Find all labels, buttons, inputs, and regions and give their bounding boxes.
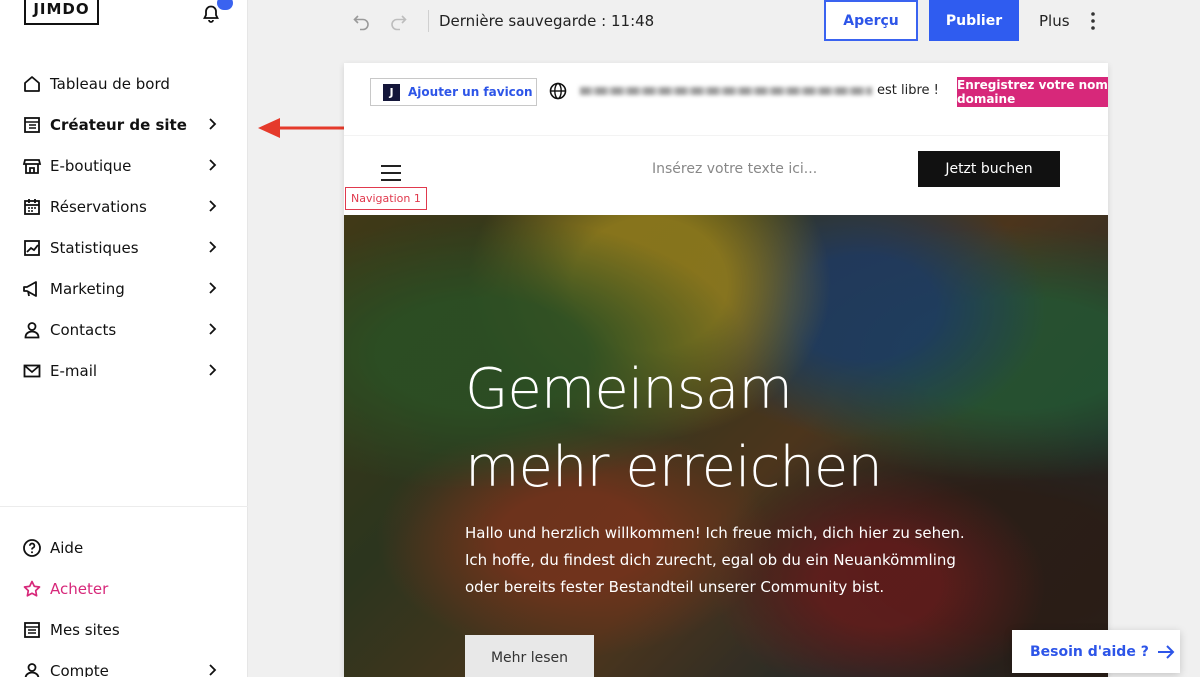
sidebar-item-marketing[interactable]: Marketing bbox=[0, 268, 248, 309]
sidebar-nav: Tableau de bord Créateur de site E-bouti… bbox=[0, 63, 248, 391]
globe-icon bbox=[549, 82, 567, 100]
sidebar-item-label: Réservations bbox=[50, 197, 147, 216]
sites-icon bbox=[22, 620, 42, 640]
sidebar-item-label: Statistiques bbox=[50, 238, 139, 257]
sidebar-item-label: Marketing bbox=[50, 279, 125, 298]
jimdo-logo[interactable]: JIMDO bbox=[24, 0, 99, 25]
store-icon bbox=[22, 156, 42, 176]
site-header: Insérez votre texte ici... Jetzt buchen bbox=[344, 135, 1108, 215]
chevron-right-icon bbox=[209, 664, 217, 676]
star-icon bbox=[22, 579, 42, 599]
sidebar-item-email[interactable]: E-mail bbox=[0, 350, 248, 391]
register-domain-button[interactable]: Enregistrez votre nom de domaine bbox=[957, 77, 1108, 107]
chevron-right-icon bbox=[209, 159, 217, 171]
sidebar-item-statistics[interactable]: Statistiques bbox=[0, 227, 248, 268]
hero-text-line: Hallo und herzlich willkommen! Ich freue… bbox=[465, 524, 965, 542]
hero-title-line: Gemeinsam bbox=[465, 357, 793, 422]
sidebar-item-label: Acheter bbox=[50, 579, 109, 598]
hero-text[interactable]: Hallo und herzlich willkommen! Ich freue… bbox=[465, 520, 965, 601]
sidebar-item-site-builder[interactable]: Créateur de site bbox=[0, 104, 248, 145]
arrow-right-icon bbox=[1157, 644, 1175, 659]
toolbar-divider bbox=[428, 10, 429, 32]
layout-icon bbox=[22, 115, 42, 135]
person-icon bbox=[22, 661, 42, 677]
sidebar-item-label: E-boutique bbox=[50, 156, 132, 175]
help-icon bbox=[22, 538, 42, 558]
chevron-right-icon bbox=[209, 282, 217, 294]
calendar-icon bbox=[22, 197, 42, 217]
add-favicon-button[interactable]: J Ajouter un favicon bbox=[370, 78, 537, 106]
sidebar-item-account[interactable]: Compte bbox=[0, 650, 248, 677]
sidebar-item-help[interactable]: Aide bbox=[0, 527, 248, 568]
sidebar-item-label: Aide bbox=[50, 538, 84, 557]
sidebar-item-contacts[interactable]: Contacts bbox=[0, 309, 248, 350]
notification-badge bbox=[217, 0, 233, 10]
sidebar-item-label: Créateur de site bbox=[50, 115, 187, 134]
preview-button[interactable]: Aperçu bbox=[824, 0, 918, 41]
hamburger-menu-icon[interactable] bbox=[381, 165, 401, 181]
sidebar: JIMDO Tableau de bord Créateur de site E… bbox=[0, 0, 248, 677]
undo-icon[interactable] bbox=[352, 11, 372, 31]
sidebar-item-bookings[interactable]: Réservations bbox=[0, 186, 248, 227]
megaphone-icon bbox=[22, 279, 42, 299]
domain-availability: est libre ! bbox=[877, 83, 939, 98]
need-help-label: Besoin d'aide ? bbox=[1030, 643, 1149, 660]
navigation-label[interactable]: Navigation 1 bbox=[345, 187, 427, 210]
kebab-menu-icon[interactable] bbox=[1090, 10, 1096, 32]
chevron-right-icon bbox=[209, 200, 217, 212]
need-help-button[interactable]: Besoin d'aide ? bbox=[1012, 630, 1180, 673]
sidebar-item-label: Tableau de bord bbox=[50, 74, 170, 93]
hero-title-line: mehr erreichen bbox=[465, 435, 883, 500]
hero-title[interactable]: Gemeinsam mehr erreichen bbox=[465, 351, 883, 507]
chevron-right-icon bbox=[209, 241, 217, 253]
redo-icon[interactable] bbox=[388, 11, 408, 31]
sidebar-bottom-nav: Aide Acheter Mes sites Compte bbox=[0, 506, 248, 677]
person-icon bbox=[22, 320, 42, 340]
header-placeholder-text[interactable]: Insérez votre texte ici... bbox=[652, 161, 817, 177]
sidebar-item-eshop[interactable]: E-boutique bbox=[0, 145, 248, 186]
book-now-button[interactable]: Jetzt buchen bbox=[918, 151, 1060, 187]
hero-text-line: Ich hoffe, du findest dich zurecht, egal… bbox=[465, 551, 956, 569]
sidebar-item-buy[interactable]: Acheter bbox=[0, 568, 248, 609]
chart-icon bbox=[22, 238, 42, 258]
hero-section[interactable]: Gemeinsam mehr erreichen Hallo und herzl… bbox=[344, 215, 1108, 677]
sidebar-item-label: E-mail bbox=[50, 361, 98, 380]
hero-text-line: oder bereits fester Bestandteil unserer … bbox=[465, 578, 885, 596]
site-preview: J Ajouter un favicon est libre ! Enregis… bbox=[344, 63, 1108, 677]
chevron-right-icon bbox=[209, 364, 217, 376]
editor-topbar: Dernière sauvegarde : 11:48 Aperçu Publi… bbox=[248, 0, 1200, 41]
sidebar-item-label: Compte bbox=[50, 661, 109, 677]
chevron-right-icon bbox=[209, 323, 217, 335]
sidebar-item-label: Mes sites bbox=[50, 620, 120, 639]
sidebar-item-dashboard[interactable]: Tableau de bord bbox=[0, 63, 248, 104]
jimdo-j-icon: J bbox=[383, 83, 400, 101]
publish-button[interactable]: Publier bbox=[929, 0, 1019, 41]
more-button[interactable]: Plus bbox=[1039, 12, 1070, 30]
read-more-button[interactable]: Mehr lesen bbox=[465, 635, 594, 677]
mail-icon bbox=[22, 361, 42, 381]
save-status: Dernière sauvegarde : 11:48 bbox=[439, 12, 655, 30]
sidebar-item-my-sites[interactable]: Mes sites bbox=[0, 609, 248, 650]
blurred-domain-url bbox=[580, 87, 872, 95]
chevron-right-icon bbox=[209, 118, 217, 130]
add-favicon-label: Ajouter un favicon bbox=[408, 85, 533, 99]
sidebar-item-label: Contacts bbox=[50, 320, 117, 339]
home-icon bbox=[22, 74, 42, 94]
